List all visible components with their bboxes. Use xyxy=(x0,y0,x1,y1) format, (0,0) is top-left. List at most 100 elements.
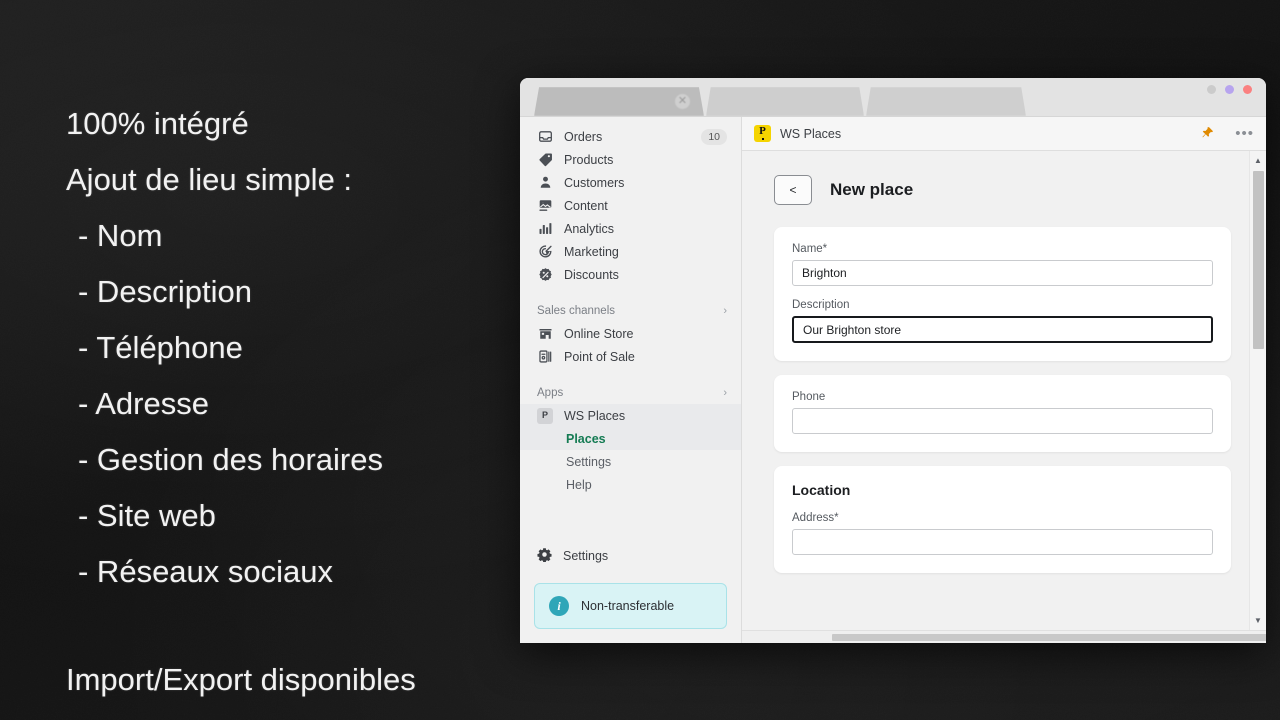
content-wrapper: < New place Name* Description xyxy=(742,151,1266,630)
discount-percent-icon xyxy=(537,267,553,283)
description-field-block: Description xyxy=(792,299,1213,343)
sidebar-item-online-store[interactable]: Online Store xyxy=(520,322,741,345)
window-minimize-button[interactable] xyxy=(1207,85,1216,94)
location-card-title: Location xyxy=(792,482,851,498)
gear-icon xyxy=(537,547,552,565)
sidebar-item-point-of-sale[interactable]: Point of Sale xyxy=(520,345,741,368)
marketing-target-icon xyxy=(537,244,553,260)
scroll-up-arrow-icon[interactable]: ▲ xyxy=(1250,153,1266,168)
scroll-down-arrow-icon[interactable]: ▼ xyxy=(1250,613,1266,628)
sidebar-item-products[interactable]: Products xyxy=(520,148,741,171)
slide-bullet: - Site web xyxy=(78,498,216,533)
sidebar-item-analytics[interactable]: Analytics xyxy=(520,217,741,240)
sidebar-item-label: WS Places xyxy=(564,408,626,423)
sidebar-section-sales-channels[interactable]: Sales channels › xyxy=(520,300,741,322)
page-title: New place xyxy=(830,180,914,199)
section-label: Sales channels xyxy=(537,305,615,317)
vertical-scrollbar-thumb[interactable] xyxy=(1253,171,1264,349)
sidebar-item-places[interactable]: Places xyxy=(520,427,741,450)
sidebar-item-label: Settings xyxy=(563,549,609,563)
sidebar-item-label: Discounts xyxy=(564,267,619,282)
slide-bullet: - Réseaux sociaux xyxy=(78,554,334,589)
ws-places-logo: P xyxy=(754,125,771,142)
app-logo-letter: P xyxy=(759,125,766,137)
sidebar-item-help[interactable]: Help xyxy=(520,473,741,496)
slide-bullet: - Téléphone xyxy=(78,330,243,365)
chevron-right-icon[interactable]: › xyxy=(723,305,727,317)
sidebar-item-settings[interactable]: Settings xyxy=(520,543,741,569)
slide-bullet: - Nom xyxy=(78,218,163,253)
window-close-button[interactable] xyxy=(1243,85,1252,94)
phone-field-block: Phone xyxy=(792,391,1213,434)
sidebar-item-label: Marketing xyxy=(564,244,619,259)
orders-count-badge: 10 xyxy=(701,128,727,145)
browser-tabstrip: ✕ xyxy=(534,86,1026,116)
horizontal-scrollbar-thumb[interactable] xyxy=(832,634,1266,641)
browser-tab[interactable] xyxy=(706,87,864,116)
browser-tab[interactable]: ✕ xyxy=(534,87,704,116)
window-controls xyxy=(1207,85,1252,94)
browser-tab[interactable] xyxy=(866,87,1026,116)
sidebar-item-settings-app[interactable]: Settings xyxy=(520,450,741,473)
back-button[interactable]: < xyxy=(774,175,812,205)
slide-bullet: - Description xyxy=(78,274,252,309)
browser-window: ✕ Orders 10 Products Customers Content A… xyxy=(520,78,1266,643)
phone-input[interactable] xyxy=(792,408,1213,434)
sidebar-item-discounts[interactable]: Discounts xyxy=(520,263,741,286)
slide-subhead: Ajout de lieu simple : xyxy=(66,162,353,197)
horizontal-scrollbar[interactable] xyxy=(742,630,1266,643)
address-input[interactable] xyxy=(792,529,1213,555)
info-icon: i xyxy=(549,596,569,616)
sidebar-item-label: Point of Sale xyxy=(564,349,635,364)
page-header: < New place xyxy=(774,175,1231,205)
tab-close-icon[interactable]: ✕ xyxy=(675,94,690,109)
main-panel: P WS Places ••• < New place Name* Bright… xyxy=(742,117,1266,643)
name-field-block: Name* xyxy=(792,243,1213,286)
app-title: WS Places xyxy=(780,126,842,141)
phone-field-label: Phone xyxy=(792,391,826,403)
sidebar-item-label: Orders xyxy=(564,129,603,144)
sidebar-item-label: Online Store xyxy=(564,326,634,341)
window-titlebar: ✕ xyxy=(520,78,1266,116)
address-field-block: Address* xyxy=(792,512,1213,555)
slide-footer: Import/Export disponibles xyxy=(66,662,416,697)
location-card: Location Address* xyxy=(774,466,1231,573)
inbox-icon xyxy=(537,129,553,145)
sidebar-item-content[interactable]: Content xyxy=(520,194,741,217)
app-logo-dot xyxy=(761,138,764,140)
sidebar-item-customers[interactable]: Customers xyxy=(520,171,741,194)
sidebar-footer: Settings i Non-transferable xyxy=(520,543,741,643)
app-header: P WS Places ••• xyxy=(742,117,1266,151)
more-options-icon[interactable]: ••• xyxy=(1235,126,1254,141)
name-description-card: Name* Description xyxy=(774,227,1231,361)
slide-bullet: - Gestion des horaires xyxy=(78,442,383,477)
sidebar-item-label: Products xyxy=(564,152,614,167)
slide-canvas: 100% intégré Ajout de lieu simple : - No… xyxy=(0,0,1280,720)
sidebar-app-group: P WS Places Places xyxy=(520,404,741,450)
vertical-scrollbar[interactable]: ▲ ▼ xyxy=(1249,151,1266,630)
window-maximize-button[interactable] xyxy=(1225,85,1234,94)
notice-label: Non-transferable xyxy=(581,599,675,613)
app-icon-letter: P xyxy=(537,407,553,424)
window-body: Orders 10 Products Customers Content Ana… xyxy=(520,116,1266,643)
sidebar-item-ws-places[interactable]: P WS Places xyxy=(520,404,741,427)
description-input[interactable] xyxy=(792,316,1213,343)
sidebar-item-label: Customers xyxy=(564,175,625,190)
name-input[interactable] xyxy=(792,260,1213,286)
sidebar-section-apps[interactable]: Apps › xyxy=(520,382,741,404)
description-field-label: Description xyxy=(792,299,850,311)
slide-headline: 100% intégré xyxy=(66,106,249,141)
sidebar-item-label: Analytics xyxy=(564,221,615,236)
page-content: < New place Name* Description xyxy=(742,151,1249,630)
content-icon xyxy=(537,198,553,214)
pin-icon[interactable] xyxy=(1201,126,1214,141)
sidebar-item-label: Content xyxy=(564,198,608,213)
tag-icon xyxy=(537,152,553,168)
chevron-right-icon[interactable]: › xyxy=(723,387,727,399)
phone-card: Phone xyxy=(774,375,1231,452)
slide-bullet: - Adresse xyxy=(78,386,209,421)
sidebar-item-orders[interactable]: Orders 10 xyxy=(520,125,741,148)
point-of-sale-icon xyxy=(537,349,553,365)
sidebar-item-marketing[interactable]: Marketing xyxy=(520,240,741,263)
name-field-label: Name* xyxy=(792,243,828,255)
